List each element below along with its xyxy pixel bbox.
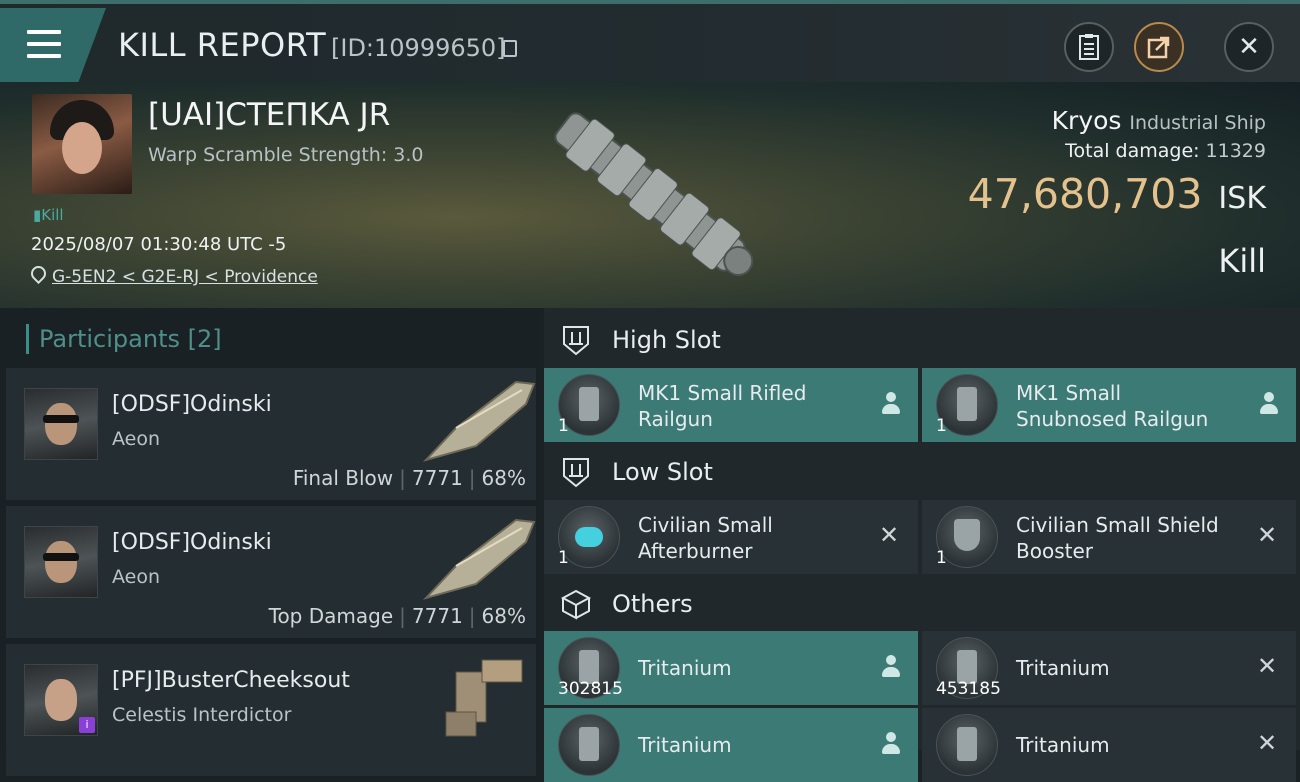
- close-icon: ✕: [1238, 32, 1260, 62]
- menu-button[interactable]: [0, 8, 106, 82]
- high-slot-title: High Slot: [612, 326, 721, 354]
- warp-scramble-strength: Warp Scramble Strength: 3.0: [148, 144, 424, 166]
- page-title: KILL REPORT: [118, 26, 327, 64]
- cube-icon: [560, 589, 592, 620]
- fitting-panel: High Slot 1 MK1 Small Rifled Railgun 1 M…: [544, 308, 1300, 782]
- tritanium-icon: [558, 714, 620, 776]
- high-slot-header: High Slot: [544, 310, 1300, 370]
- item-name: Tritanium: [638, 733, 732, 757]
- tritanium-icon: [936, 714, 998, 776]
- close-button[interactable]: ✕: [1224, 22, 1274, 72]
- person-icon: [880, 655, 902, 679]
- item-name: Civilian Small Afterburner: [638, 513, 773, 563]
- fitting-item[interactable]: 1 Civilian Small Afterburner ✕: [544, 500, 918, 574]
- destroyed-x-icon: ✕: [1256, 652, 1278, 680]
- fitting-item[interactable]: 302815 Tritanium: [544, 631, 918, 705]
- kill-id: [ID:10999650]: [331, 34, 506, 62]
- isk-value: 47,680,703 ISK: [967, 170, 1266, 218]
- participant-row[interactable]: [ODSF]Odinski Aeon Final Blow | 7771 | 68%: [6, 368, 536, 502]
- copy-icon[interactable]: [503, 40, 517, 57]
- person-icon: [880, 392, 902, 416]
- destroyed-x-icon: ✕: [1256, 729, 1278, 757]
- location-pin-icon: [27, 262, 50, 285]
- clipboard-button[interactable]: [1064, 22, 1114, 72]
- clipboard-icon: [1079, 34, 1099, 60]
- fitting-item[interactable]: 1 MK1 Small Snubnosed Railgun: [922, 368, 1296, 442]
- victim-header: [UAI]CTEПKA JR Warp Scramble Strength: 3…: [0, 82, 1300, 308]
- item-name: MK1 Small Snubnosed Railgun: [1016, 381, 1209, 431]
- ship-name[interactable]: Kryos Industrial Ship: [1052, 106, 1266, 135]
- victim-ship-image: [554, 112, 754, 276]
- menu-icon: [27, 30, 61, 66]
- others-title: Others: [612, 590, 693, 618]
- participant-ship: Aeon: [112, 566, 161, 588]
- kill-result: Kill: [1218, 242, 1266, 280]
- fitting-item[interactable]: Tritanium: [544, 708, 918, 782]
- item-name: Tritanium: [1016, 656, 1110, 680]
- participant-name: [ODSF]Odinski: [112, 392, 272, 417]
- item-quantity: 1: [936, 416, 947, 436]
- person-icon: [880, 732, 902, 756]
- location-link[interactable]: G-5EN2 < G2E-RJ < Providence: [27, 262, 318, 287]
- participant-ship-image: [445, 659, 523, 737]
- participant-name: [ODSF]Odinski: [112, 530, 272, 555]
- participant-row[interactable]: i [PFJ]BusterCheeksout Celestis Interdic…: [6, 644, 536, 778]
- others-header: Others: [544, 574, 1300, 634]
- victim-portrait[interactable]: [32, 94, 132, 194]
- item-quantity: 1: [558, 416, 569, 436]
- destroyed-x-icon: ✕: [878, 521, 900, 549]
- title-bar: KILL REPORT [ID:10999650] ✕: [0, 0, 1300, 82]
- participant-stats: Top Damage | 7771 | 68%: [268, 604, 526, 628]
- item-quantity: 1: [936, 548, 947, 568]
- participant-ship: Aeon: [112, 428, 161, 450]
- avatar: i: [24, 664, 98, 736]
- person-icon: [1258, 392, 1280, 416]
- participant-ship-image: [422, 518, 536, 600]
- total-damage: Total damage: 11329: [1065, 140, 1266, 162]
- item-quantity: 302815: [558, 679, 623, 699]
- participant-name: [PFJ]BusterCheeksout: [112, 668, 350, 693]
- fitting-item[interactable]: 453185 Tritanium ✕: [922, 631, 1296, 705]
- kill-tag: ▮Kill: [33, 206, 64, 224]
- participants-header: Participants [2]: [26, 324, 222, 354]
- fitting-item[interactable]: 1 Civilian Small Shield Booster ✕: [922, 500, 1296, 574]
- fitting-item[interactable]: 1 MK1 Small Rifled Railgun: [544, 368, 918, 442]
- high-slot-icon: [563, 326, 589, 356]
- item-name: Tritanium: [1016, 733, 1110, 757]
- share-button[interactable]: [1134, 22, 1184, 72]
- participant-stats: Final Blow | 7771 | 68%: [292, 466, 526, 490]
- avatar: [24, 526, 98, 598]
- kill-timestamp: 2025/08/07 01:30:48 UTC -5: [31, 234, 287, 255]
- participant-row[interactable]: [ODSF]Odinski Aeon Top Damage | 7771 | 68%: [6, 506, 536, 640]
- item-quantity: 1: [558, 548, 569, 568]
- fitting-item[interactable]: Tritanium ✕: [922, 708, 1296, 782]
- item-name: Tritanium: [638, 656, 732, 680]
- item-quantity: 453185: [936, 679, 1001, 699]
- share-icon: [1147, 36, 1170, 59]
- rank-badge-icon: i: [79, 717, 95, 733]
- low-slot-title: Low Slot: [612, 458, 713, 486]
- participant-ship: Celestis Interdictor: [112, 704, 292, 726]
- item-name: Civilian Small Shield Booster: [1016, 513, 1219, 563]
- item-name: MK1 Small Rifled Railgun: [638, 381, 807, 431]
- avatar: [24, 388, 98, 460]
- victim-name[interactable]: [UAI]CTEПKA JR: [148, 97, 390, 133]
- low-slot-header: Low Slot: [544, 442, 1300, 502]
- low-slot-icon: [563, 458, 589, 488]
- destroyed-x-icon: ✕: [1256, 521, 1278, 549]
- participants-panel: Participants [2] [ODSF]Odinski Aeon Fina…: [0, 308, 540, 778]
- participant-ship-image: [422, 380, 536, 462]
